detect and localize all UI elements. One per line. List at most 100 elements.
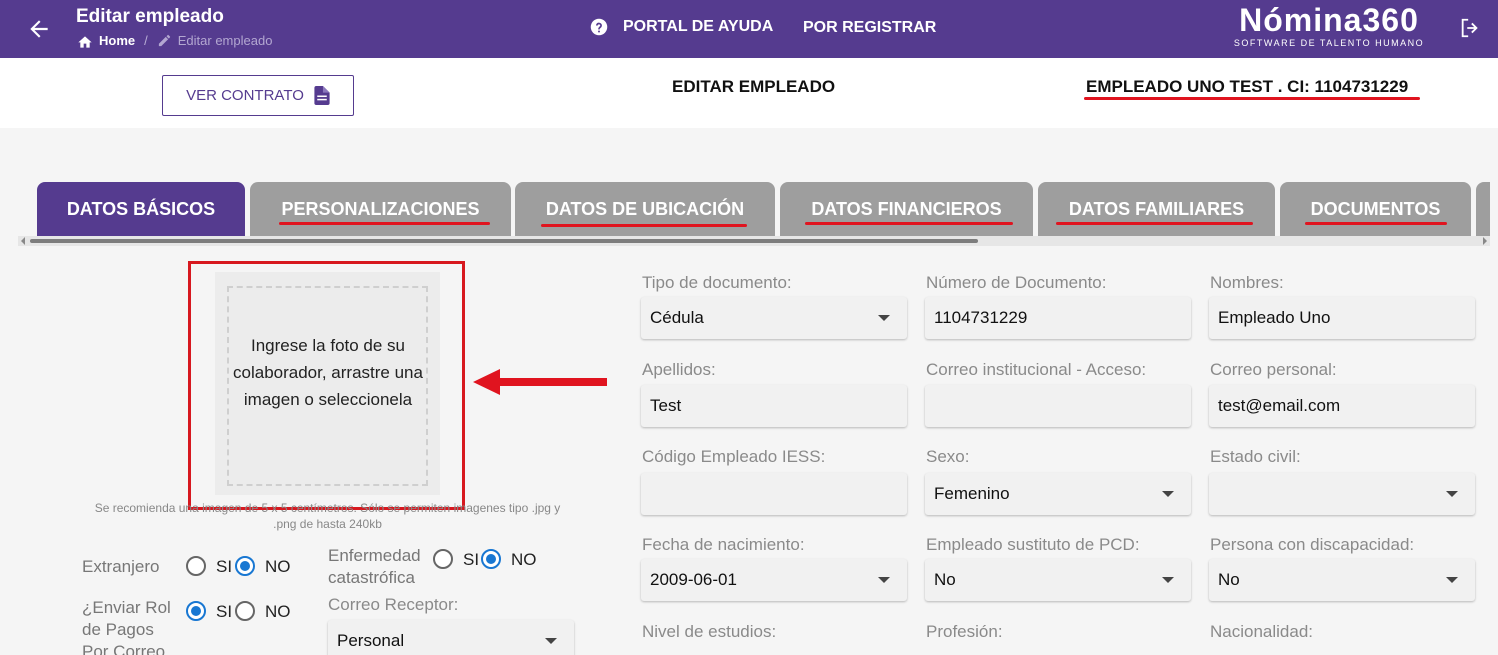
annotation-underline — [279, 222, 490, 225]
rol-pagos-label-line3: Por Correo — [82, 642, 166, 655]
correo-institucional-label: Correo institucional - Acceso: — [926, 360, 1147, 379]
arrow-left-icon[interactable] — [26, 16, 52, 42]
view-contract-button[interactable]: VER CONTRATO — [162, 75, 354, 116]
help-portal-link[interactable]: PORTAL DE AYUDA — [590, 18, 773, 36]
profesion-label: Profesión: — [926, 622, 1003, 641]
discapacidad-value: No — [1218, 570, 1240, 589]
tab-datos-ubicacion[interactable]: DATOS DE UBICACIÓN — [515, 182, 775, 236]
caret-right-icon[interactable] — [1482, 237, 1488, 245]
form-title: EDITAR EMPLEADO — [672, 77, 836, 96]
help-portal-label: PORTAL DE AYUDA — [623, 18, 774, 35]
page-title: Editar empleado — [76, 6, 224, 27]
tipo-documento-value: Cédula — [650, 308, 704, 327]
document-icon — [314, 86, 330, 105]
rol-pagos-label-line2: de Pagos — [82, 620, 154, 639]
fecha-nacimiento-select[interactable]: 2009-06-01 — [641, 559, 907, 601]
apellidos-label: Apellidos: — [642, 360, 716, 379]
breadcrumb-home[interactable]: Home — [99, 33, 135, 48]
tab-label: DATOS DE UBICACIÓN — [545, 198, 745, 219]
discapacidad-select[interactable]: No — [1209, 559, 1475, 601]
top-bar: Editar empleado Home / Editar empleado P… — [0, 0, 1498, 58]
photo-hint: Se recomienda una imagen de 5 x 5 centím… — [94, 501, 561, 531]
enfermedad-no-label: NO — [511, 550, 537, 569]
discapacidad-label: Persona con discapacidad: — [1210, 535, 1415, 554]
pencil-icon — [158, 34, 170, 47]
photo-upload-instructions: Ingrese la foto de su colaborador, arras… — [233, 336, 423, 409]
caret-down-icon — [1162, 577, 1174, 583]
tab-label: DATOS FINANCIEROS — [811, 198, 1002, 219]
codigo-iess-input[interactable] — [641, 473, 907, 515]
extranjero-si-radio[interactable] — [186, 556, 206, 576]
enfermedad-si-label: SI — [463, 550, 480, 569]
sustituto-pcd-label: Empleado sustituto de PCD: — [926, 535, 1140, 554]
tab-overflow[interactable] — [1476, 182, 1490, 236]
numero-documento-input[interactable]: 1104731229 — [925, 297, 1191, 339]
sexo-select[interactable]: Femenino — [925, 473, 1191, 515]
enfermedad-label-line2: catastrófica — [328, 568, 415, 587]
numero-documento-value: 1104731229 — [934, 308, 1028, 327]
tab-datos-financieros[interactable]: DATOS FINANCIEROS — [780, 182, 1033, 236]
tab-datos-familiares[interactable]: DATOS FAMILIARES — [1038, 182, 1275, 236]
rol-pagos-label-line1: ¿Enviar Rol — [82, 598, 171, 617]
fecha-nacimiento-label: Fecha de nacimiento: — [642, 535, 805, 554]
breadcrumb-separator: / — [144, 33, 148, 48]
tab-label: DOCUMENTOS — [1310, 198, 1441, 219]
tabs-scrollbar[interactable] — [18, 236, 1490, 246]
correo-personal-input[interactable]: test@email.com — [1209, 385, 1475, 427]
fecha-nacimiento-value: 2009-06-01 — [650, 570, 737, 589]
breadcrumb: Home / Editar empleado — [77, 33, 272, 48]
annotation-arrow-icon — [473, 369, 607, 395]
tab-label: PERSONALIZACIONES — [281, 198, 480, 219]
view-contract-label: VER CONTRATO — [186, 87, 304, 104]
apellidos-input[interactable]: Test — [641, 385, 907, 427]
caret-down-icon — [1446, 577, 1458, 583]
logout-icon[interactable] — [1459, 17, 1481, 39]
correo-receptor-select[interactable]: Personal — [328, 620, 574, 655]
tabs-scrollbar-thumb[interactable] — [30, 239, 978, 243]
extranjero-si-label: SI — [216, 557, 233, 576]
rol-pagos-no-radio[interactable] — [235, 601, 255, 621]
caret-down-icon — [545, 638, 557, 644]
annotation-underline — [1084, 97, 1420, 100]
nombres-input[interactable]: Empleado Uno — [1209, 297, 1475, 339]
question-circle-icon — [590, 18, 608, 36]
tipo-documento-select[interactable]: Cédula — [641, 297, 907, 339]
extranjero-no-label: NO — [265, 557, 291, 576]
enfermedad-si-radio[interactable] — [433, 549, 453, 569]
sustituto-pcd-value: No — [934, 570, 956, 589]
breadcrumb-current: Editar empleado — [177, 33, 273, 48]
rol-pagos-si-radio[interactable] — [186, 601, 206, 621]
caret-down-icon — [878, 315, 890, 321]
rol-pagos-si-label: SI — [216, 602, 233, 621]
nombres-label: Nombres: — [1210, 273, 1284, 292]
sustituto-pcd-select[interactable]: No — [925, 559, 1191, 601]
nacionalidad-label: Nacionalidad: — [1210, 622, 1314, 641]
enfermedad-label-line1: Enfermedad — [328, 546, 421, 565]
correo-receptor-value: Personal — [337, 631, 405, 650]
tab-label: DATOS BÁSICOS — [66, 198, 216, 219]
annotation-underline — [805, 222, 1013, 225]
register-link[interactable]: POR REGISTRAR — [803, 19, 936, 37]
extranjero-no-radio[interactable] — [235, 556, 255, 576]
tipo-documento-label: Tipo de documento: — [642, 273, 792, 292]
extranjero-label: Extranjero — [82, 557, 160, 576]
home-icon — [78, 35, 92, 48]
correo-institucional-input[interactable] — [925, 385, 1191, 427]
rol-pagos-no-label: NO — [265, 602, 291, 621]
tab-documentos[interactable]: DOCUMENTOS — [1280, 182, 1471, 236]
caret-down-icon — [878, 577, 890, 583]
nombres-value: Empleado Uno — [1218, 308, 1331, 327]
estado-civil-select[interactable] — [1209, 473, 1475, 515]
tab-personalizaciones[interactable]: PERSONALIZACIONES — [250, 182, 511, 236]
tab-label: DATOS FAMILIARES — [1068, 198, 1245, 219]
nivel-estudios-label: Nivel de estudios: — [642, 622, 777, 641]
brand-tagline: SOFTWARE DE TALENTO HUMANO — [1233, 38, 1425, 48]
sexo-label: Sexo: — [926, 447, 970, 466]
annotation-underline — [541, 224, 747, 227]
enfermedad-no-radio[interactable] — [481, 549, 501, 569]
correo-personal-label: Correo personal: — [1210, 360, 1337, 379]
caret-left-icon[interactable] — [20, 237, 26, 245]
tab-datos-basicos[interactable]: DATOS BÁSICOS — [37, 182, 245, 236]
brand-logo: Nómina360 SOFTWARE DE TALENTO HUMANO — [1229, 2, 1429, 48]
sexo-value: Femenino — [934, 484, 1010, 503]
